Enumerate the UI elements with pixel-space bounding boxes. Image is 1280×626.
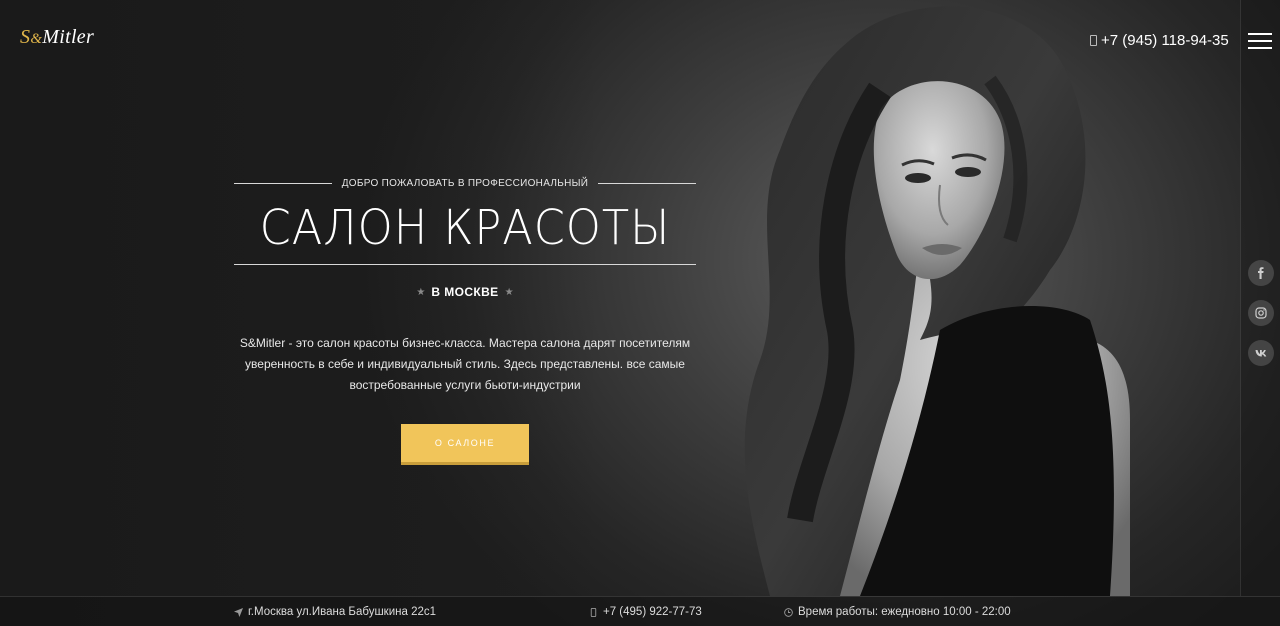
footer-hours-text: Время работы: ежедновно 10:00 - 22:00 <box>798 606 1011 618</box>
facebook-icon[interactable] <box>1248 260 1274 286</box>
clock-icon <box>784 607 793 617</box>
hero-city: В МОСКВЕ <box>431 285 499 299</box>
instagram-icon[interactable] <box>1248 300 1274 326</box>
kicker-line-left <box>234 182 332 184</box>
header-phone-number: +7 (945) 118-94-35 <box>1101 32 1229 49</box>
hero-kicker: ДОБРО ПОЖАЛОВАТЬ В ПРОФЕССИОНАЛЬНЫЙ <box>341 177 589 189</box>
phone-icon <box>590 607 597 617</box>
hero-content: ДОБРО ПОЖАЛОВАТЬ В ПРОФЕССИОНАЛЬНЫЙ САЛО… <box>234 176 696 462</box>
right-social-rail <box>1240 0 1280 596</box>
kicker-row: ДОБРО ПОЖАЛОВАТЬ В ПРОФЕССИОНАЛЬНЫЙ <box>234 176 696 190</box>
brand-logo[interactable]: S&Mitler <box>20 26 94 49</box>
footer-address-text: г.Москва ул.Ивана Бабушкина 22с1 <box>248 606 437 618</box>
star-icon: ★ <box>416 286 426 298</box>
title-divider <box>234 264 696 265</box>
footer-hours: Время работы: ежедновно 10:00 - 22:00 <box>784 606 1011 618</box>
logo-ampersand: & <box>30 31 43 47</box>
hero-title: САЛОН КРАСОТЫ <box>259 200 671 256</box>
header-phone-link[interactable]: +7 (945) 118-94-35 <box>1090 32 1229 49</box>
vk-icon[interactable] <box>1248 340 1274 366</box>
about-salon-button[interactable]: О САЛОНЕ <box>401 424 529 462</box>
footer-phone-text: +7 (495) 922-77-73 <box>603 606 702 618</box>
hamburger-icon[interactable] <box>1248 33 1272 49</box>
footer-bar: г.Москва ул.Ивана Бабушкина 22с1 +7 (495… <box>0 596 1280 626</box>
model-portrait-image <box>744 6 1130 596</box>
hero-description: S&Mitler - это салон красоты бизнес-клас… <box>239 336 691 392</box>
city-row: ★ В МОСКВЕ ★ <box>234 285 696 299</box>
star-icon: ★ <box>504 286 514 298</box>
logo-prefix: S <box>20 26 31 48</box>
phone-icon <box>1090 35 1097 46</box>
logo-rest: Mitler <box>42 26 95 48</box>
footer-address[interactable]: г.Москва ул.Ивана Бабушкина 22с1 <box>234 606 436 618</box>
kicker-line-right <box>598 182 696 184</box>
footer-phone[interactable]: +7 (495) 922-77-73 <box>589 606 702 618</box>
location-arrow-icon <box>234 607 243 617</box>
